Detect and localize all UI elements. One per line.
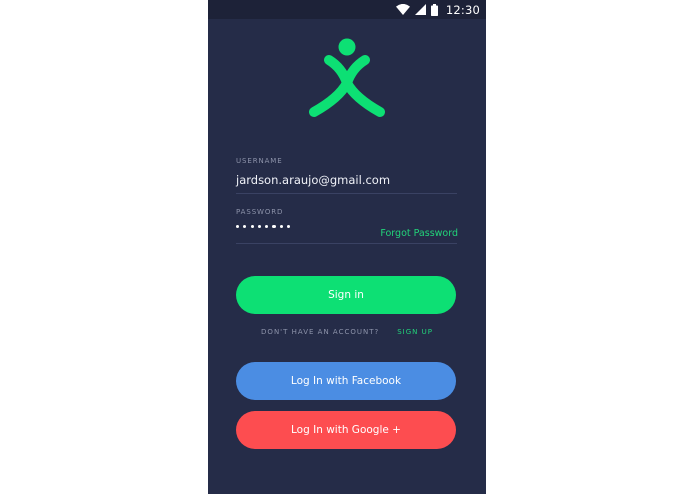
- status-bar: 12:30: [208, 0, 486, 19]
- google-login-button[interactable]: Log In with Google +: [236, 411, 456, 449]
- account-prompt: DON'T HAVE AN ACCOUNT? SIGN UP: [208, 328, 486, 336]
- password-label: PASSWORD: [236, 208, 284, 216]
- sign-up-link[interactable]: SIGN UP: [397, 328, 433, 336]
- battery-icon: [430, 3, 438, 16]
- status-time: 12:30: [445, 2, 480, 17]
- password-mask-dot: [243, 225, 247, 229]
- no-account-text: DON'T HAVE AN ACCOUNT?: [261, 328, 380, 336]
- cellular-signal-icon: [414, 4, 426, 15]
- username-input[interactable]: jardson.araujo@gmail.com: [236, 173, 390, 187]
- status-icons: 12:30: [395, 0, 480, 19]
- username-label: USERNAME: [236, 157, 283, 165]
- password-mask-dot: [265, 225, 269, 229]
- person-logo-icon: [309, 38, 385, 117]
- password-mask-dot: [250, 225, 254, 229]
- wifi-icon: [395, 4, 410, 15]
- password-mask-dot: [286, 225, 291, 229]
- facebook-login-button[interactable]: Log In with Facebook: [236, 362, 456, 400]
- password-input[interactable]: [236, 225, 291, 229]
- username-underline: [236, 193, 457, 194]
- sign-in-button[interactable]: Sign in: [236, 276, 456, 314]
- password-mask-dot: [257, 225, 262, 229]
- password-underline: [236, 243, 457, 244]
- password-mask-dot: [236, 225, 240, 229]
- password-mask-dot: [279, 225, 283, 229]
- forgot-password-link[interactable]: Forgot Password: [380, 228, 458, 239]
- password-mask-dot: [272, 225, 276, 229]
- phone-screen: 12:30 USERNAME jardson.araujo@gmail.com …: [208, 0, 486, 494]
